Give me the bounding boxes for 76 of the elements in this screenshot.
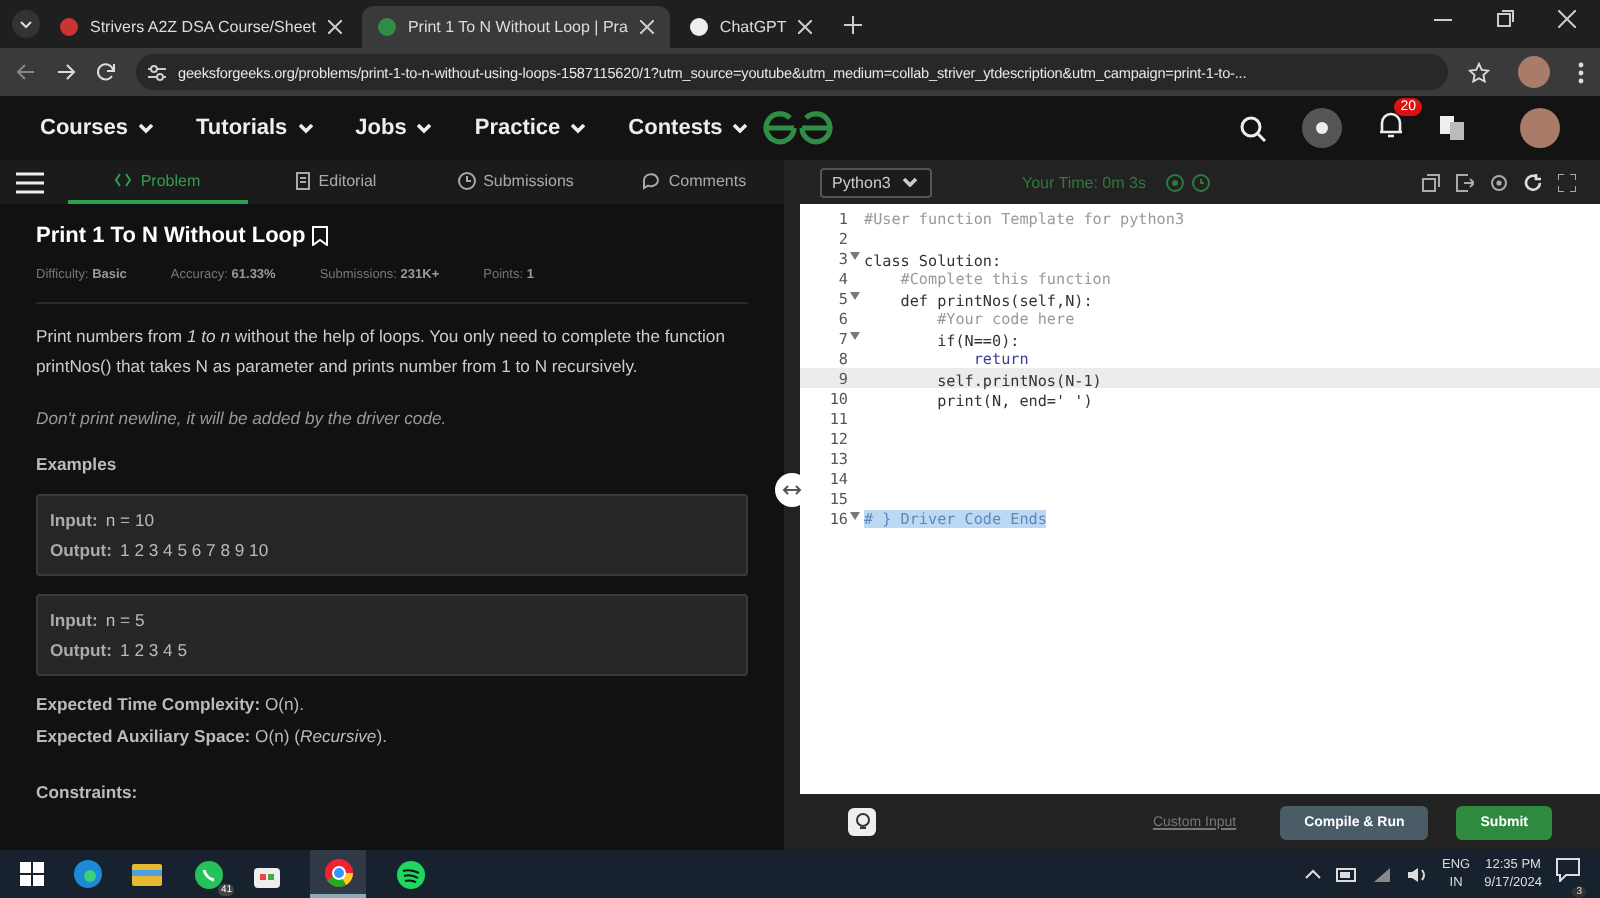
problem-tab[interactable]: Comments [605, 160, 784, 204]
bookmark-icon[interactable] [311, 226, 328, 246]
problem-title: Print 1 To N Without Loop [36, 224, 306, 248]
example-output-text: Output: 1 2 3 4 5 [50, 640, 189, 660]
chevron-down-icon [730, 118, 751, 138]
example-input-text: Input: n = 5 [50, 610, 147, 630]
back-icon[interactable] [16, 62, 36, 82]
bell-icon[interactable] [1378, 109, 1404, 137]
language-dropdown[interactable]: Python3 [820, 167, 932, 197]
search-icon[interactable] [1240, 115, 1266, 141]
profile-avatar[interactable] [1520, 108, 1560, 148]
restore-icon[interactable] [1496, 10, 1514, 28]
example-input-text: Input: n = 10 [50, 510, 157, 530]
notification-icon[interactable] [1556, 858, 1580, 882]
theme-toggle-icon[interactable] [1302, 108, 1342, 148]
document-icon [296, 171, 311, 189]
reload-icon[interactable] [96, 62, 116, 82]
tab-search-icon[interactable] [12, 10, 40, 38]
caret-icon [900, 172, 920, 192]
fold-arrow-icon[interactable] [850, 512, 860, 520]
browser-tab[interactable]: Print 1 To N Without Loop | Pra [361, 6, 670, 48]
hint-button[interactable] [848, 808, 876, 836]
complexity-text: Expected Auxiliary Space: O(n) (Recursive). [36, 726, 389, 746]
close-icon[interactable] [1558, 10, 1576, 28]
problem-note: Don't print newline, it will be added by the driver code. [36, 408, 449, 428]
chevron-down-icon [295, 118, 316, 138]
problem-tab[interactable]: Submissions [426, 160, 605, 204]
chevron-down-icon [136, 118, 157, 138]
nav-menu[interactable]: Contests [628, 116, 751, 140]
section-heading: Constraints: [36, 782, 140, 802]
site-logo[interactable] [760, 110, 836, 146]
chevron-up-icon[interactable] [1303, 868, 1322, 880]
menu-icon[interactable] [16, 171, 44, 193]
code-icon [114, 172, 133, 188]
windows-start-icon[interactable] [20, 862, 44, 886]
section-heading: Examples [36, 454, 119, 474]
lightbulb-icon [853, 812, 871, 832]
browser-tab[interactable]: Strivers A2Z DSA Course/Sheet [44, 6, 358, 48]
edge-browser-icon[interactable] [74, 860, 102, 888]
chevron-down-icon [414, 118, 435, 138]
close-tab-icon[interactable] [798, 20, 813, 34]
nav-menu[interactable]: Courses [40, 116, 157, 140]
menu-icon[interactable] [1578, 61, 1584, 83]
example-output-text: Output: 1 2 3 4 5 6 7 8 9 10 [50, 540, 271, 560]
chat-icon [642, 171, 661, 189]
new-tab-icon[interactable] [844, 15, 863, 33]
reset-timer-icon[interactable] [1191, 173, 1210, 191]
taskbar-app-active[interactable] [310, 850, 366, 898]
browser-tab[interactable]: ChatGPT [673, 6, 829, 48]
close-tab-icon[interactable] [639, 20, 654, 34]
fold-arrow-icon[interactable] [850, 332, 860, 340]
site-settings-icon[interactable] [148, 63, 166, 81]
forward-icon[interactable] [56, 62, 76, 82]
export-icon[interactable] [1456, 173, 1474, 191]
battery-icon[interactable] [1335, 867, 1358, 881]
profile-avatar[interactable] [1518, 56, 1550, 88]
chevron-down-icon [568, 118, 589, 138]
whatsapp-icon[interactable] [193, 859, 223, 889]
chrome-icon [323, 857, 353, 887]
nav-menu[interactable]: Tutorials [196, 116, 316, 140]
speaker-icon[interactable] [1405, 865, 1428, 883]
close-tab-icon[interactable] [327, 20, 342, 34]
problem-tab[interactable]: Editorial [247, 160, 426, 204]
nav-menu[interactable]: Practice [474, 116, 589, 140]
copy-icon[interactable] [1422, 173, 1440, 191]
spotify-icon[interactable] [396, 859, 426, 889]
problem-description: Print numbers from 1 to n without the help of loops. You only need to complete the function printNos() that takes N as parameter and prints number from 1 to N recursively. [36, 324, 727, 380]
timer-text: Your Time: 0m 3s [1022, 173, 1146, 191]
star-icon[interactable] [1468, 61, 1490, 83]
refresh-icon[interactable] [1524, 173, 1542, 191]
fullscreen-icon[interactable] [1558, 173, 1576, 191]
clock-icon [457, 171, 476, 189]
nav-menu[interactable]: Jobs [355, 116, 435, 140]
complexity-text: Expected Time Complexity: O(n). [36, 694, 307, 714]
fold-arrow-icon[interactable] [850, 292, 860, 300]
fold-arrow-icon[interactable] [850, 252, 860, 260]
